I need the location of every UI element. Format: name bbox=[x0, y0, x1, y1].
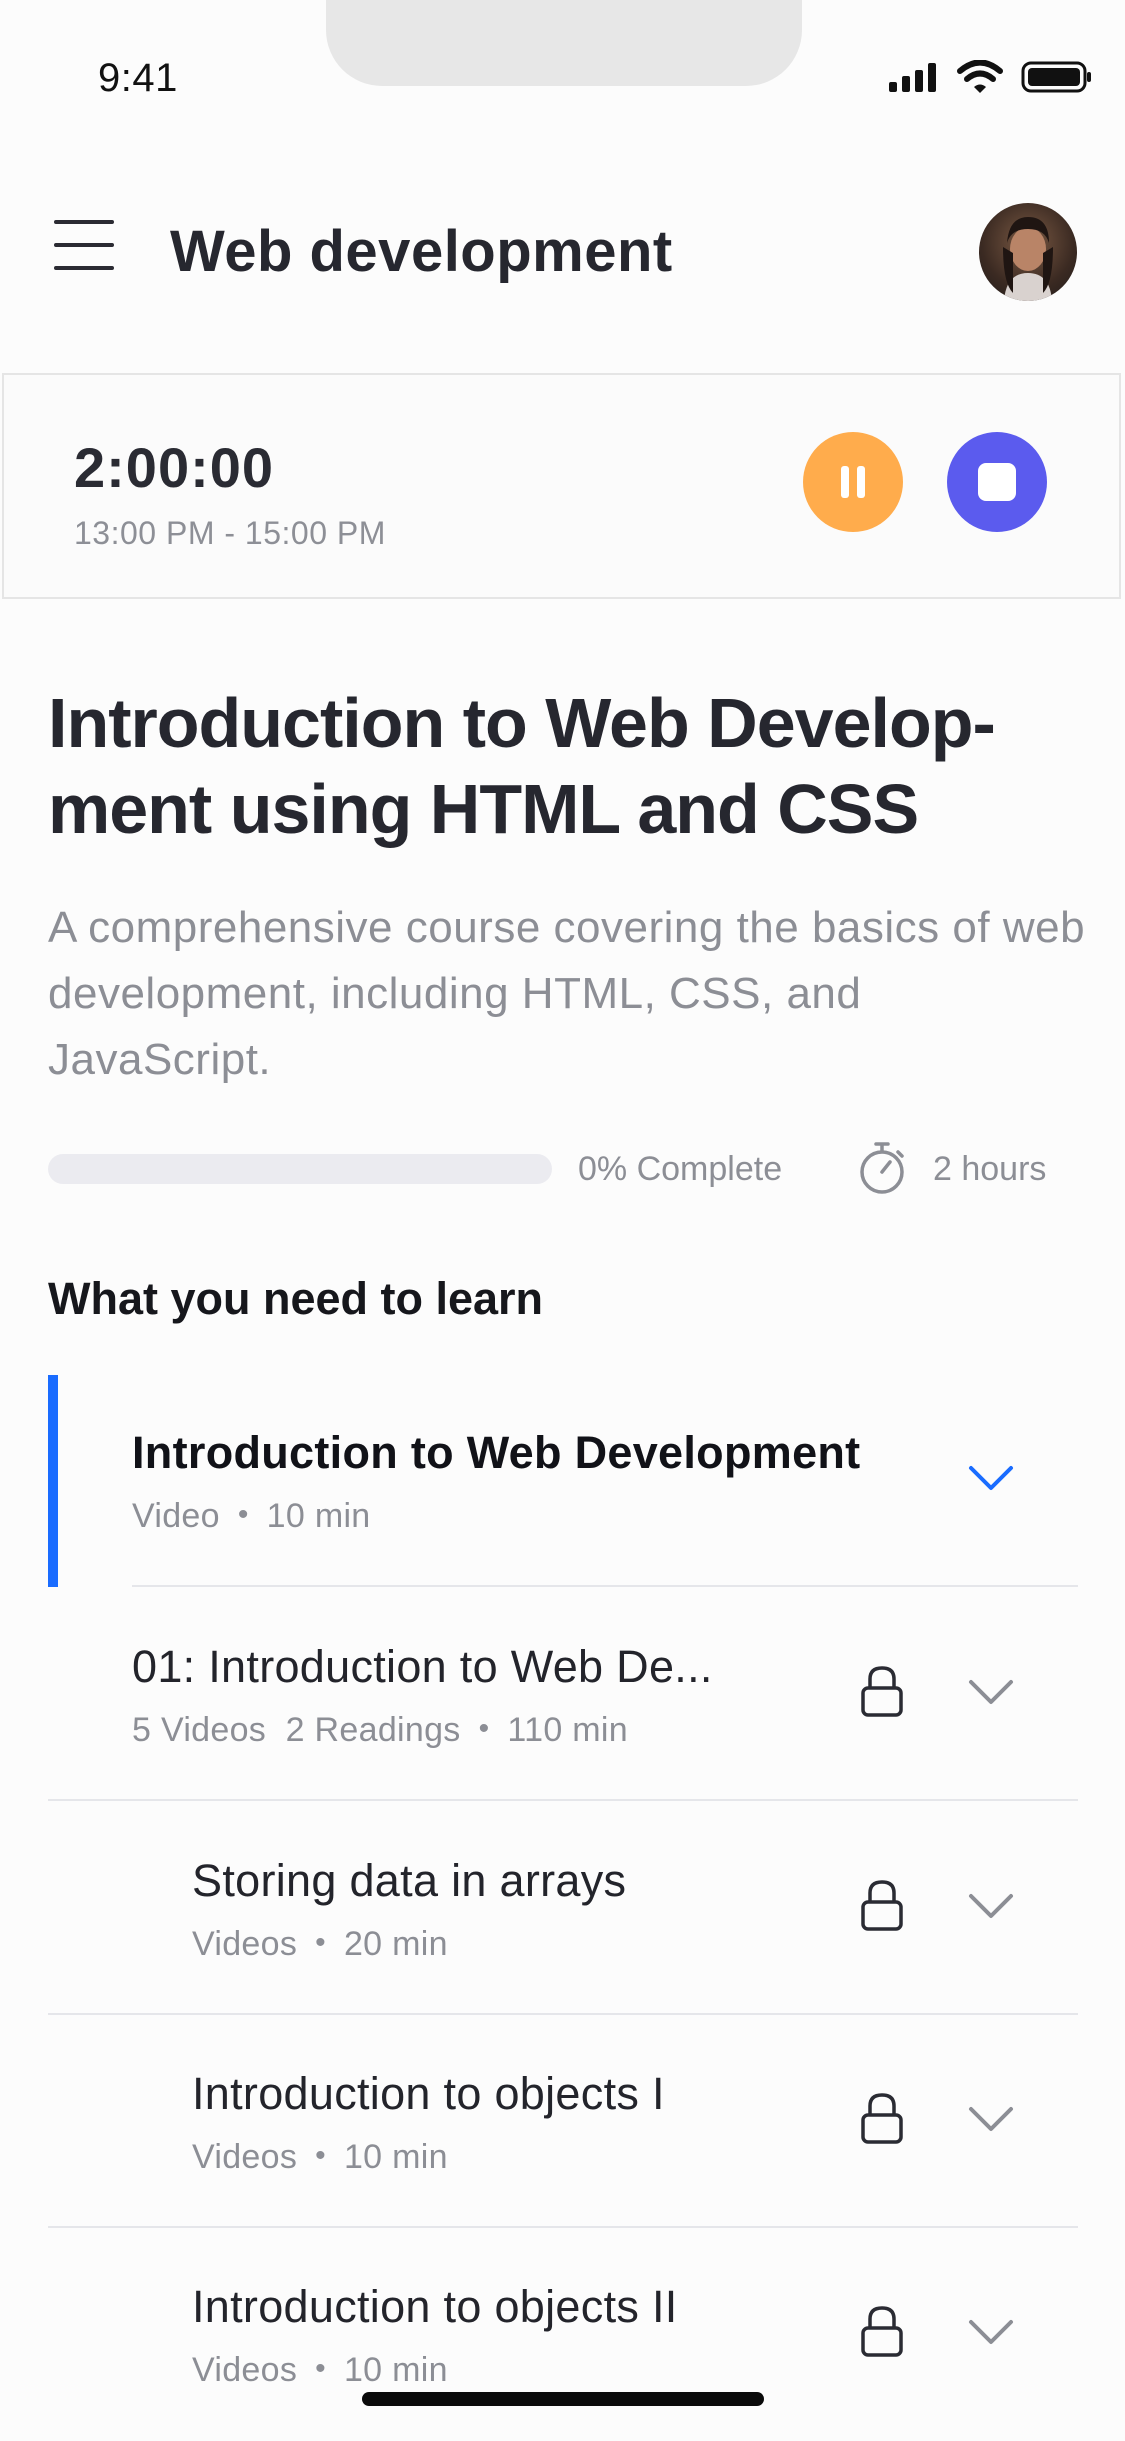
chevron-down-icon[interactable] bbox=[968, 2104, 1014, 2134]
course-progress-row: 0% Complete 2 hours bbox=[48, 1140, 1078, 1200]
status-time: 9:41 bbox=[98, 56, 178, 100]
stop-button[interactable] bbox=[947, 432, 1047, 532]
lesson-divider bbox=[132, 1585, 1078, 1587]
lock-icon bbox=[861, 2306, 903, 2357]
battery-icon bbox=[1021, 61, 1091, 93]
cellular-signal-icon bbox=[889, 63, 936, 92]
home-indicator[interactable] bbox=[362, 2392, 764, 2406]
lesson-title: Introduction to objects I bbox=[192, 2068, 665, 2119]
progress-bar bbox=[48, 1154, 552, 1184]
section-heading: What you need to learn bbox=[48, 1273, 544, 1324]
lesson-divider bbox=[48, 2226, 1078, 2228]
stop-icon bbox=[978, 463, 1016, 501]
lesson-item-module-01[interactable]: 01: Introduction to Web De... 5 Videos 2… bbox=[48, 1589, 1078, 1801]
lesson-item-objects-2[interactable]: Introduction to objects II Videos • 10 min bbox=[48, 2229, 1078, 2441]
lesson-meta: Videos • 10 min bbox=[192, 2138, 448, 2176]
duration-label: 2 hours bbox=[933, 1150, 1047, 1188]
progress-label: 0% Complete bbox=[578, 1150, 783, 1188]
course-title: Introduction to Web Develop-ment using H… bbox=[48, 684, 996, 848]
chevron-down-icon[interactable] bbox=[968, 1463, 1014, 1493]
lock-icon bbox=[861, 1880, 903, 1931]
lesson-title: Storing data in arrays bbox=[192, 1855, 627, 1906]
page-title: Web development bbox=[170, 219, 673, 284]
timer-value: 2:00:00 bbox=[74, 436, 275, 499]
status-icons bbox=[887, 60, 1093, 94]
hamburger-menu-icon[interactable] bbox=[54, 220, 114, 270]
lesson-item-intro-web-dev[interactable]: Introduction to Web Development Video • 10… bbox=[48, 1375, 1078, 1587]
course-description: A comprehensive course covering the basi… bbox=[48, 903, 1086, 1084]
chevron-down-icon[interactable] bbox=[968, 1677, 1014, 1707]
lesson-meta: Videos • 10 min bbox=[192, 2351, 448, 2389]
session-timer-card: 2:00:00 13:00 PM - 15:00 PM bbox=[2, 373, 1121, 599]
lesson-title: Introduction to objects II bbox=[192, 2281, 678, 2332]
lesson-title: Introduction to Web Development bbox=[132, 1427, 861, 1478]
pause-icon bbox=[841, 466, 865, 498]
lesson-divider bbox=[48, 1799, 1078, 1801]
lesson-item-arrays[interactable]: Storing data in arrays Videos • 20 min bbox=[48, 1803, 1078, 2015]
stopwatch-icon bbox=[860, 1142, 904, 1194]
chevron-down-icon[interactable] bbox=[968, 1891, 1014, 1921]
device-notch bbox=[326, 0, 802, 86]
wifi-icon bbox=[957, 60, 1003, 93]
lesson-meta: Video • 10 min bbox=[132, 1497, 371, 1535]
app-header: Web development bbox=[0, 180, 1125, 315]
timer-range: 13:00 PM - 15:00 PM bbox=[74, 515, 386, 551]
avatar[interactable] bbox=[979, 203, 1077, 301]
pause-button[interactable] bbox=[803, 432, 903, 532]
active-lesson-indicator bbox=[48, 1375, 58, 1587]
lesson-title: 01: Introduction to Web De... bbox=[132, 1641, 713, 1692]
lesson-meta: 5 Videos 2 Readings • 110 min bbox=[132, 1711, 628, 1749]
lesson-item-objects-1[interactable]: Introduction to objects I Videos • 10 min bbox=[48, 2016, 1078, 2228]
chevron-down-icon[interactable] bbox=[968, 2317, 1014, 2347]
lock-icon bbox=[861, 2093, 903, 2144]
lesson-meta: Videos • 20 min bbox=[192, 1925, 448, 1963]
lock-icon bbox=[861, 1666, 903, 1717]
lesson-divider bbox=[48, 2013, 1078, 2015]
